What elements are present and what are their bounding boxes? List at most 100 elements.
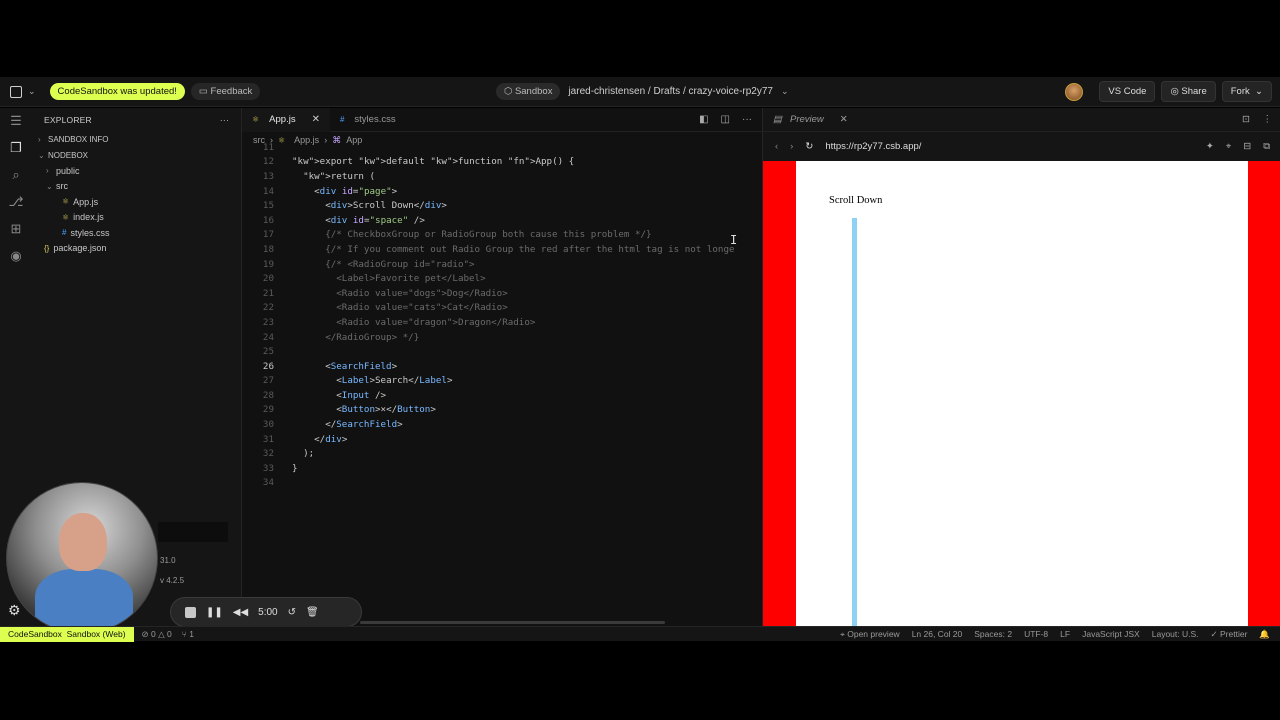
code-editor: ⚛ App.js ✕ # styles.css ◧ ◫ ··· src › ⚛ App.… [242,107,762,626]
code-line[interactable]: 33} [242,461,762,476]
stop-icon[interactable] [185,606,196,618]
close-icon[interactable]: ✕ [312,114,320,125]
code-line[interactable]: 23 <Radio value="dragon">Dragon</Radio> [242,315,762,330]
extensions-icon[interactable]: ⊞ [11,222,22,235]
code-line[interactable]: 22 <Radio value="cats">Cat</Radio> [242,301,762,316]
line-number: 24 [262,331,274,343]
person-shirt [35,569,133,633]
code-line[interactable]: 29 <Button>×</Button> [242,403,762,418]
bell-icon[interactable]: 🔔 [1259,629,1270,640]
tree-file-packagejson[interactable]: {} package.json [32,241,241,257]
devtools-icon[interactable]: ⊟ [1243,141,1251,152]
language-mode[interactable]: JavaScript JSX [1082,629,1140,640]
eol[interactable]: LF [1060,629,1070,640]
code-line[interactable]: 11 [242,140,762,155]
sandbox-badge[interactable]: ⬡ Sandbox [496,83,561,100]
code-line[interactable]: 16 <div id="space" /> [242,213,762,228]
line-text: ); [292,448,315,460]
code-line[interactable]: 17 {/* CheckboxGroup or RadioGroup both … [242,228,762,243]
line-text: "kw">return ( [303,170,376,182]
code-line[interactable]: 24 </RadioGroup> */} [242,330,762,345]
lock-icon[interactable]: ⊡ [1242,114,1250,125]
refresh-icon[interactable]: ↻ [805,141,813,152]
pause-icon[interactable]: ❚❚ [206,607,223,618]
path-chevron-icon[interactable]: ⌄ [781,86,789,97]
line-number: 27 [262,375,274,387]
encoding[interactable]: UTF-8 [1024,629,1048,640]
indentation[interactable]: Spaces: 2 [974,629,1012,640]
preview-icon: ▤ [773,114,782,125]
restart-icon[interactable]: ↺ [288,607,296,618]
search-icon[interactable]: ⌕ [12,168,19,181]
back-icon[interactable]: ‹ [775,141,778,152]
tree-folder-public[interactable]: › public [32,163,241,179]
code-line[interactable]: 30 </SearchField> [242,417,762,432]
code-line[interactable]: 18 {/* If you comment out Radio Group th… [242,242,762,257]
split-editor-icon[interactable]: ◫ [721,114,730,125]
tree-file-appjs[interactable]: ⚛ App.js [32,194,241,210]
open-external-icon[interactable]: ⧉ [1263,141,1270,152]
share-button[interactable]: ◎ Share [1161,81,1216,102]
code-line[interactable]: 12 "kw">export "kw">default "kw">function… [242,155,762,170]
github-icon[interactable]: ◉ [10,249,21,262]
cursor-position[interactable]: Ln 26, Col 20 [912,629,963,640]
fork-button[interactable]: Fork ⌄ [1221,81,1272,102]
code-line[interactable]: 27 <Label>Search</Label> [242,374,762,389]
code-line[interactable]: 14 <div id="page"> [242,184,762,199]
source-control-icon[interactable]: ⎇ [9,195,24,208]
chevron-down-icon[interactable]: ⌄ [28,86,36,97]
ports-count[interactable]: ⑂ 1 [182,629,194,640]
close-icon[interactable]: ✕ [840,114,848,125]
vscode-button[interactable]: VS Code [1099,81,1156,102]
code-line[interactable]: 34 [242,476,762,491]
more-icon[interactable]: ··· [220,115,229,125]
tree-nodebox[interactable]: ⌄ NODEBOX [32,148,241,164]
rewind-icon[interactable]: ◀◀ [233,607,248,618]
update-pill[interactable]: CodeSandbox was updated! [49,83,185,100]
url-field[interactable]: https://rp2y77.csb.app/ [825,141,921,152]
scroll-down-text: Scroll Down [829,195,883,206]
tree-file-indexjs[interactable]: ⚛ index.js [32,210,241,226]
menu-square-icon[interactable] [10,85,22,98]
files-icon[interactable]: ❐ [10,141,22,154]
code-line[interactable]: 15 <div>Scroll Down</div> [242,198,762,213]
code-line[interactable]: 13 "kw">return ( [242,169,762,184]
preview-page[interactable]: Scroll Down [763,161,1280,626]
gear-icon[interactable]: ⚙ [8,602,21,619]
tree-sandbox-info[interactable]: › SANDBOX INFO [32,132,241,148]
code-line[interactable]: 26 <SearchField> [242,359,762,374]
open-preview[interactable]: ⌖ Open preview [840,629,900,640]
tree-folder-src[interactable]: ⌄ src [32,179,241,195]
codesandbox-status[interactable]: CodeSandbox Sandbox (Web) [0,626,134,642]
trash-icon[interactable]: 🗑 [306,607,319,618]
prettier[interactable]: ✓ Prettier [1211,629,1248,640]
forward-icon[interactable]: › [790,141,793,152]
tree-file-stylescss[interactable]: # styles.css [32,225,241,241]
json-file-icon: {} [44,243,50,253]
feedback-button[interactable]: ▭ Feedback [190,83,261,100]
tab-stylescss[interactable]: # styles.css [330,108,406,132]
code-line[interactable]: 19 {/* <RadioGroup id="radio"> [242,257,762,272]
sparkle-icon[interactable]: ✦ [1206,141,1214,152]
code-line[interactable]: 31 </div> [242,432,762,447]
line-text: {/* CheckboxGroup or RadioGroup both cau… [292,229,652,241]
code-line[interactable]: 21 <Radio value="dogs">Dog</Radio> [242,286,762,301]
tab-preview[interactable]: Preview [790,114,824,125]
code-area[interactable]: 11 12 "kw">export "kw">default "kw">functi… [242,140,762,610]
code-line[interactable]: 28 <Input /> [242,388,762,403]
more-icon[interactable]: ⋮ [1263,114,1273,125]
tab-appjs[interactable]: ⚛ App.js ✕ [242,107,330,132]
crosshair-icon[interactable]: ⌖ [1226,141,1231,152]
keyboard-layout[interactable]: Layout: U.S. [1152,629,1199,640]
hamburger-icon[interactable]: ☰ [10,114,22,127]
line-number: 18 [262,243,274,255]
toggle-sidebar-icon[interactable]: ◧ [699,114,708,125]
errors-count[interactable]: ⊘ 0 △ 0 [142,629,172,640]
avatar[interactable] [1065,82,1084,101]
more-icon[interactable]: ··· [742,114,752,125]
horizontal-scrollbar[interactable] [360,621,665,624]
sandbox-path[interactable]: jared-christensen / Drafts / crazy-voice… [568,86,773,97]
code-line[interactable]: 25 [242,344,762,359]
code-line[interactable]: 20 <Label>Favorite pet</Label> [242,271,762,286]
code-line[interactable]: 32 ); [242,446,762,461]
